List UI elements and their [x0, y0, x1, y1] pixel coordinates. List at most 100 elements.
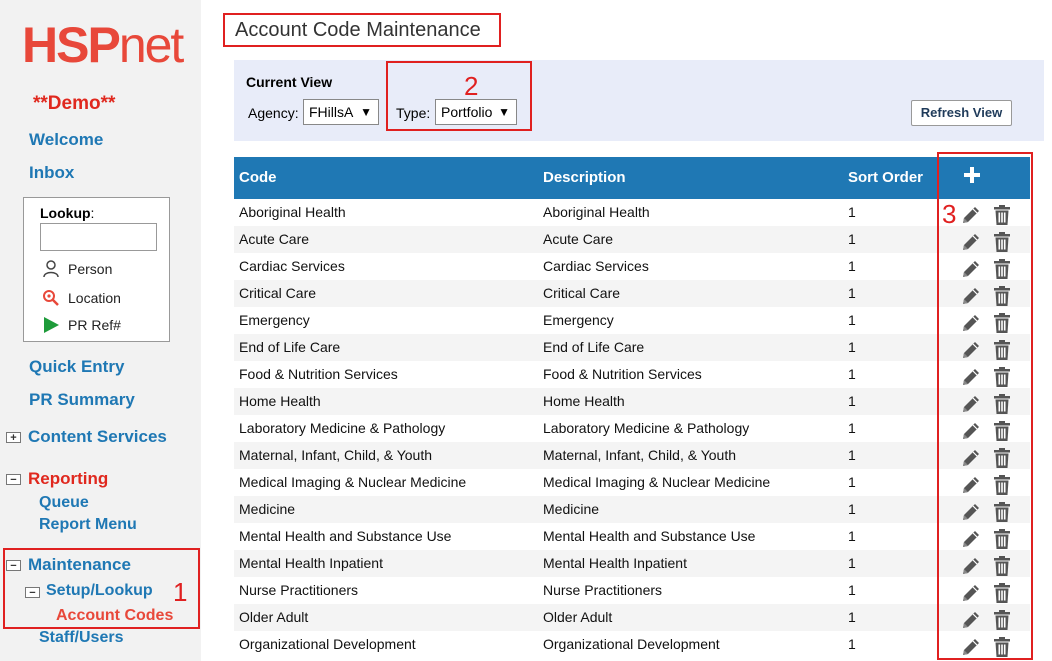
cell-code: Cardiac Services: [239, 258, 345, 274]
lookup-prref[interactable]: PR Ref#: [42, 316, 121, 334]
cell-sort-order: 1: [848, 447, 856, 463]
column-header-sort-order[interactable]: Sort Order: [848, 169, 923, 186]
cell-description: Critical Care: [543, 285, 621, 301]
cell-sort-order: 1: [848, 609, 856, 625]
table-row: Mental Health and Substance Use Mental He…: [234, 523, 1030, 550]
table-row: Aboriginal Health Aboriginal Health 1: [234, 199, 1030, 226]
cell-sort-order: 1: [848, 636, 856, 652]
cell-description: Older Adult: [543, 609, 613, 625]
lookup-person-label: Person: [68, 261, 113, 277]
table-header: Code Description Sort Order: [234, 157, 1030, 199]
lookup-input[interactable]: [40, 223, 157, 251]
cell-code: Critical Care: [239, 285, 317, 301]
cell-code: Medicine: [239, 501, 296, 517]
collapse-reporting-icon[interactable]: −: [6, 474, 21, 486]
lookup-panel: Lookup: Person Location PR Ref#: [23, 197, 170, 342]
cell-sort-order: 1: [848, 258, 856, 274]
lookup-person[interactable]: Person: [42, 260, 112, 278]
lookup-label: Lookup:: [40, 205, 95, 221]
cell-description: Home Health: [543, 393, 625, 409]
table-row: End of Life Care End of Life Care 1: [234, 334, 1030, 361]
table-row: Laboratory Medicine & Pathology Laborator…: [234, 415, 1030, 442]
table-row: Medicine Medicine 1: [234, 496, 1030, 523]
cell-code: Food & Nutrition Services: [239, 366, 398, 382]
cell-description: Nurse Practitioners: [543, 582, 663, 598]
cell-description: Maternal, Infant, Child, & Youth: [543, 447, 737, 463]
cell-description: End of Life Care: [543, 339, 645, 355]
cell-code: Home Health: [239, 393, 321, 409]
table-row: Home Health Home Health 1: [234, 388, 1030, 415]
cell-description: Emergency: [543, 312, 614, 328]
table-row: Cardiac Services Cardiac Services 1: [234, 253, 1030, 280]
cell-sort-order: 1: [848, 339, 856, 355]
cell-code: Mental Health Inpatient: [239, 555, 383, 571]
cell-code: Nurse Practitioners: [239, 582, 359, 598]
cell-code: Organizational Development: [239, 636, 416, 652]
table-row: Organizational Development Organizational…: [234, 631, 1030, 658]
nav-report-menu[interactable]: Report Menu: [39, 516, 137, 534]
cell-sort-order: 1: [848, 420, 856, 436]
cell-sort-order: 1: [848, 582, 856, 598]
cell-code: Emergency: [239, 312, 310, 328]
cell-sort-order: 1: [848, 366, 856, 382]
cell-code: Aboriginal Health: [239, 204, 346, 220]
nav-content-services[interactable]: Content Services: [28, 427, 167, 447]
table-row: Mental Health Inpatient Mental Health Inp…: [234, 550, 1030, 577]
table-row: Maternal, Infant, Child, & Youth Maternal…: [234, 442, 1030, 469]
annotation-box-1: [3, 548, 200, 629]
person-icon: [43, 260, 59, 278]
cell-description: Organizational Development: [543, 636, 720, 652]
cell-sort-order: 1: [848, 285, 856, 301]
cell-description: Cardiac Services: [543, 258, 649, 274]
cell-sort-order: 1: [848, 474, 856, 490]
table-row: Nurse Practitioners Nurse Practitioners 1: [234, 577, 1030, 604]
cell-code: Older Adult: [239, 609, 309, 625]
cell-sort-order: 1: [848, 231, 856, 247]
agency-label: Agency:: [248, 105, 299, 121]
lookup-location-label: Location: [68, 290, 121, 306]
nav-staff-users[interactable]: Staff/Users: [39, 629, 123, 647]
cell-sort-order: 1: [848, 393, 856, 409]
column-header-description[interactable]: Description: [543, 169, 626, 186]
cell-sort-order: 1: [848, 312, 856, 328]
nav-queue[interactable]: Queue: [39, 494, 89, 512]
lookup-prref-label: PR Ref#: [68, 317, 121, 333]
hspnet-logo[interactable]: HSPnet: [22, 20, 184, 70]
page-title: Account Code Maintenance: [235, 19, 481, 41]
cell-description: Medical Imaging & Nuclear Medicine: [543, 474, 771, 490]
agency-select[interactable]: FHillsA ▼: [303, 99, 379, 125]
play-icon: [44, 317, 59, 333]
table-row: Emergency Emergency 1: [234, 307, 1030, 334]
cell-code: Medical Imaging & Nuclear Medicine: [239, 474, 467, 490]
cell-code: End of Life Care: [239, 339, 341, 355]
cell-code: Mental Health and Substance Use: [239, 528, 452, 544]
annotation-number-2: 2: [464, 71, 479, 101]
table-row: Older Adult Older Adult 1: [234, 604, 1030, 631]
column-header-code[interactable]: Code: [239, 169, 277, 186]
location-search-icon: [43, 290, 59, 306]
nav-reporting[interactable]: Reporting: [28, 469, 108, 489]
table-row: Medical Imaging & Nuclear Medicine Medica…: [234, 469, 1030, 496]
annotation-number-3: 3: [942, 199, 957, 229]
cell-code: Maternal, Infant, Child, & Youth: [239, 447, 433, 463]
nav-pr-summary[interactable]: PR Summary: [29, 390, 135, 410]
lookup-location[interactable]: Location: [42, 289, 121, 307]
cell-code: Acute Care: [239, 231, 310, 247]
nav-quick-entry[interactable]: Quick Entry: [29, 357, 124, 377]
demo-label: **Demo**: [33, 93, 116, 114]
cell-sort-order: 1: [848, 528, 856, 544]
annotation-box-2: [386, 61, 532, 131]
dropdown-arrow-icon: ▼: [360, 105, 372, 119]
expand-content-services-icon[interactable]: +: [6, 432, 21, 444]
cell-sort-order: 1: [848, 555, 856, 571]
refresh-view-button[interactable]: Refresh View: [911, 100, 1012, 126]
nav-welcome[interactable]: Welcome: [29, 130, 103, 150]
current-view-heading: Current View: [246, 74, 333, 90]
cell-description: Laboratory Medicine & Pathology: [543, 420, 750, 436]
table-row: Critical Care Critical Care 1: [234, 280, 1030, 307]
cell-description: Mental Health Inpatient: [543, 555, 687, 571]
table-row: Food & Nutrition Services Food & Nutritio…: [234, 361, 1030, 388]
cell-description: Medicine: [543, 501, 600, 517]
nav-inbox[interactable]: Inbox: [29, 163, 74, 183]
cell-description: Acute Care: [543, 231, 614, 247]
